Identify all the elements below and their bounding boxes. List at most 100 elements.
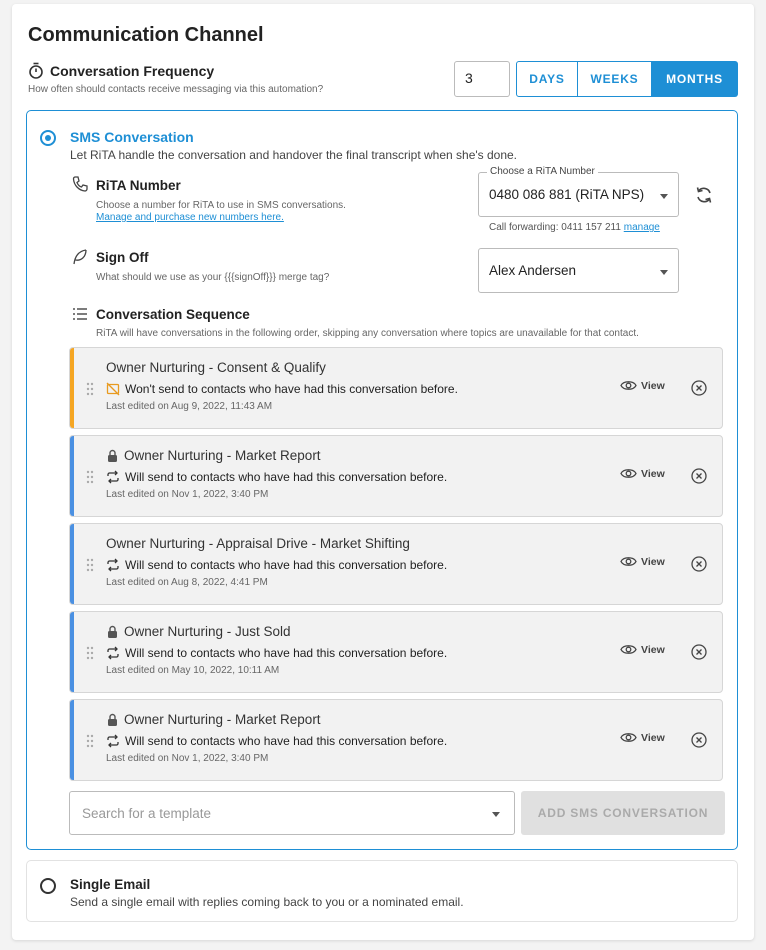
weeks-button[interactable]: WEEKS (578, 61, 652, 97)
drag-handle-icon[interactable] (86, 646, 94, 660)
view-label: View (641, 643, 665, 656)
frequency-unit-toggle: DAYS WEEKS MONTHS (516, 61, 738, 97)
template-search-select[interactable]: Search for a template (69, 791, 515, 835)
drag-handle-icon[interactable] (86, 734, 94, 748)
view-conversation-button[interactable]: View (620, 379, 665, 392)
chevron-down-icon (660, 270, 668, 275)
remove-conversation-icon[interactable] (691, 468, 707, 484)
months-button[interactable]: MONTHS (652, 61, 738, 97)
conversation-name: Owner Nurturing - Consent & Qualify (106, 360, 326, 375)
days-button[interactable]: DAYS (516, 61, 578, 97)
conversation-repeat-row: Will send to contacts who have had this … (106, 470, 447, 484)
view-conversation-button[interactable]: View (620, 467, 665, 480)
chevron-down-icon (492, 812, 500, 817)
conversation-name: Owner Nurturing - Appraisal Drive - Mark… (106, 536, 410, 551)
conversation-sequence-description: RiTA will have conversations in the foll… (96, 328, 639, 339)
single-email-option: Single Email Send a single email with re… (26, 860, 738, 922)
chevron-down-icon (660, 194, 668, 199)
refresh-icon[interactable] (694, 185, 714, 205)
conversation-sequence-label: Conversation Sequence (96, 307, 250, 322)
conversation-item[interactable]: Owner Nurturing - Consent & Qualify Won't… (69, 347, 723, 429)
phone-icon (72, 176, 88, 192)
frequency-description: How often should contacts receive messag… (28, 84, 324, 95)
stopwatch-icon (29, 62, 43, 79)
eye-icon (620, 645, 637, 654)
rita-number-select[interactable]: Choose a RiTA Number 0480 086 881 (RiTA … (478, 166, 679, 217)
single-email-title: Single Email (70, 877, 151, 892)
sign-off-description: What should we use as your {{{signOff}}}… (96, 272, 330, 283)
frequency-value-input[interactable]: 3 (454, 61, 510, 97)
repeat-icon (107, 646, 119, 660)
conversation-accent-bar (70, 524, 74, 604)
conversation-accent-bar (70, 348, 74, 428)
sign-off-select[interactable]: Alex Andersen (478, 248, 679, 293)
sms-conversation-description: Let RiTA handle the conversation and han… (70, 148, 518, 162)
call-forwarding-manage-link[interactable]: manage (624, 222, 660, 233)
conversation-repeat-row: Won't send to contacts who have had this… (106, 382, 458, 396)
call-forwarding-info: Call forwarding: 0411 157 211 manage (489, 222, 660, 233)
view-label: View (641, 467, 665, 480)
eye-icon (620, 733, 637, 742)
add-sms-conversation-button[interactable]: ADD SMS CONVERSATION (521, 791, 725, 835)
conversation-repeat-text: Will send to contacts who have had this … (125, 470, 448, 484)
remove-conversation-icon[interactable] (691, 732, 707, 748)
remove-conversation-icon[interactable] (691, 644, 707, 660)
conversation-last-edited: Last edited on Nov 1, 2022, 3:40 PM (106, 489, 269, 500)
view-conversation-button[interactable]: View (620, 555, 665, 568)
eye-icon (620, 469, 637, 478)
conversation-repeat-text: Will send to contacts who have had this … (125, 646, 448, 660)
conversation-name: Owner Nurturing - Just Sold (124, 624, 291, 639)
remove-conversation-icon[interactable] (691, 380, 707, 396)
conversation-name-row: Owner Nurturing - Market Report (106, 712, 321, 727)
remove-conversation-icon[interactable] (691, 556, 707, 572)
conversation-item[interactable]: Owner Nurturing - Just Sold Will send to … (69, 611, 723, 693)
view-label: View (641, 555, 665, 568)
eye-icon (620, 381, 637, 390)
list-icon (73, 308, 87, 320)
conversation-accent-bar (70, 612, 74, 692)
sign-off-label: Sign Off (96, 250, 149, 265)
view-conversation-button[interactable]: View (620, 643, 665, 656)
repeat-icon (107, 470, 119, 484)
conversation-repeat-text: Will send to contacts who have had this … (125, 734, 448, 748)
rita-number-description: Choose a number for RiTA to use in SMS c… (96, 200, 346, 211)
rita-number-select-value: 0480 086 881 (RiTA NPS) (489, 187, 645, 202)
conversation-name-row: Owner Nurturing - Just Sold (106, 624, 291, 639)
conversation-repeat-row: Will send to contacts who have had this … (106, 734, 447, 748)
conversation-last-edited: Last edited on May 10, 2022, 10:11 AM (106, 665, 280, 676)
conversation-name-row: Owner Nurturing - Market Report (106, 448, 321, 463)
view-label: View (641, 379, 665, 392)
lock-icon (108, 713, 117, 726)
conversation-item[interactable]: Owner Nurturing - Market Report Will send… (69, 435, 723, 517)
conversation-item[interactable]: Owner Nurturing - Appraisal Drive - Mark… (69, 523, 723, 605)
rita-number-label: RiTA Number (96, 178, 181, 193)
single-email-description: Send a single email with replies coming … (70, 895, 464, 909)
template-search-placeholder: Search for a template (82, 806, 212, 821)
sign-off-select-value: Alex Andersen (489, 263, 577, 278)
single-email-radio[interactable] (40, 878, 56, 894)
drag-handle-icon[interactable] (86, 470, 94, 484)
eye-icon (620, 557, 637, 566)
conversation-name-row: Owner Nurturing - Appraisal Drive - Mark… (106, 536, 410, 551)
page-title: Communication Channel (28, 24, 264, 46)
sms-conversation-option: SMS Conversation Let RiTA handle the con… (26, 110, 738, 850)
repeat-icon (107, 734, 119, 748)
sms-conversation-radio[interactable] (40, 130, 56, 146)
sms-conversation-title: SMS Conversation (70, 129, 194, 145)
conversation-name: Owner Nurturing - Market Report (124, 712, 321, 727)
conversation-last-edited: Last edited on Nov 1, 2022, 3:40 PM (106, 753, 269, 764)
conversation-repeat-row: Will send to contacts who have had this … (106, 558, 447, 572)
view-conversation-button[interactable]: View (620, 731, 665, 744)
conversation-accent-bar (70, 700, 74, 780)
communication-channel-card: Communication Channel Conversation Frequ… (12, 4, 754, 940)
drag-handle-icon[interactable] (86, 382, 94, 396)
conversation-repeat-text: Won't send to contacts who have had this… (125, 382, 458, 396)
frequency-label: Conversation Frequency (50, 62, 215, 79)
no-repeat-icon (106, 382, 120, 396)
conversation-name: Owner Nurturing - Market Report (124, 448, 321, 463)
conversation-item[interactable]: Owner Nurturing - Market Report Will send… (69, 699, 723, 781)
conversation-last-edited: Last edited on Aug 9, 2022, 11:43 AM (106, 401, 273, 412)
call-forwarding-text: Call forwarding: 0411 157 211 (489, 222, 621, 233)
drag-handle-icon[interactable] (86, 558, 94, 572)
manage-numbers-link[interactable]: Manage and purchase new numbers here. (96, 212, 284, 223)
